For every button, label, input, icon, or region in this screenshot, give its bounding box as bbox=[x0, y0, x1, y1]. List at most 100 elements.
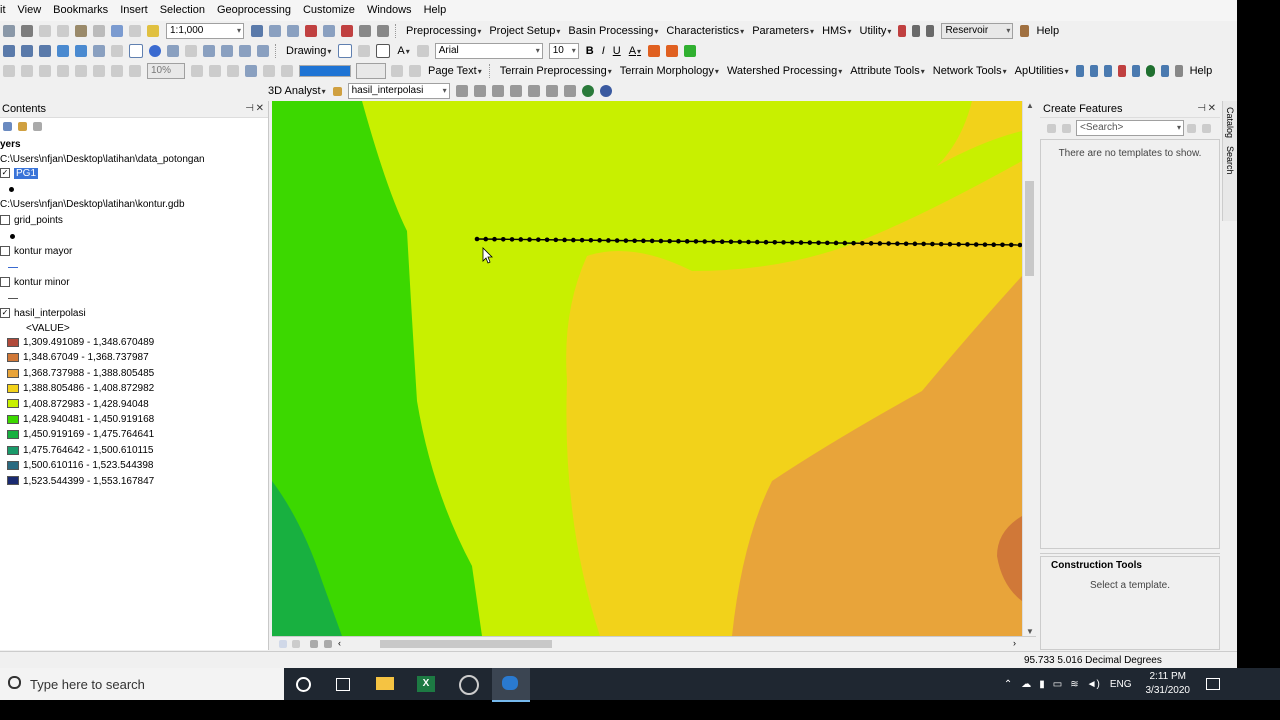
arcmap-taskbar-button[interactable] bbox=[492, 668, 530, 702]
layout-zoom-in-fixed-icon[interactable] bbox=[93, 65, 105, 77]
layout-pan-icon[interactable] bbox=[39, 65, 51, 77]
layer-hasil-interpolasi[interactable]: ✓ hasil_interpolasi bbox=[0, 308, 86, 319]
forward-icon[interactable] bbox=[75, 45, 87, 57]
tool-icon[interactable] bbox=[1075, 65, 1084, 77]
profile-graph-icon[interactable] bbox=[563, 85, 576, 97]
reservoir-select[interactable]: Reservoir ▾ bbox=[941, 23, 1014, 39]
line-of-sight-icon[interactable] bbox=[491, 85, 504, 97]
file-explorer-icon[interactable] bbox=[376, 677, 394, 690]
modelbuilder-icon[interactable] bbox=[377, 25, 389, 37]
project-setup-menu[interactable]: Project Setup bbox=[485, 25, 564, 37]
3d-analyst-menu[interactable]: 3D Analyst bbox=[264, 85, 330, 97]
find-icon[interactable] bbox=[167, 45, 179, 57]
pause-icon[interactable] bbox=[324, 640, 332, 648]
drawing-menu[interactable]: Drawing bbox=[282, 45, 335, 57]
layout-zoom-in-icon[interactable] bbox=[3, 65, 15, 77]
fixed-zoom-icon[interactable] bbox=[39, 45, 51, 57]
cloud-icon[interactable]: ☁ bbox=[1021, 679, 1031, 690]
chrome-icon[interactable] bbox=[459, 675, 479, 695]
new-icon[interactable] bbox=[3, 25, 15, 37]
create-viewer-icon[interactable] bbox=[257, 45, 269, 57]
add-data-icon[interactable] bbox=[147, 25, 159, 37]
list-by-drawing-order-icon[interactable] bbox=[3, 121, 12, 131]
toolbar-grip[interactable] bbox=[275, 44, 279, 58]
layer-kontur-mayor-label[interactable]: kontur mayor bbox=[14, 246, 72, 257]
first-page-icon[interactable] bbox=[263, 65, 275, 77]
map-horizontal-scrollbar[interactable]: ‹ › bbox=[272, 636, 1036, 651]
toolbar-grip[interactable] bbox=[488, 64, 493, 78]
refresh-icon[interactable] bbox=[310, 640, 318, 648]
basin-processing-menu[interactable]: Basin Processing bbox=[564, 25, 662, 37]
zoom-100-icon[interactable] bbox=[75, 65, 87, 77]
interpolate-point-icon[interactable] bbox=[509, 85, 522, 97]
layer-kontur-minor[interactable]: kontur minor bbox=[0, 277, 70, 288]
filter-icon[interactable] bbox=[1062, 123, 1071, 133]
input-language[interactable]: ENG bbox=[1110, 679, 1132, 690]
select-elements-icon[interactable] bbox=[129, 44, 143, 58]
parameters-menu[interactable]: Parameters bbox=[748, 25, 818, 37]
html-popup-icon[interactable] bbox=[221, 45, 233, 57]
characteristics-menu[interactable]: Characteristics bbox=[662, 25, 748, 37]
volume-icon[interactable]: ◄) bbox=[1087, 679, 1100, 690]
go-back-extent-icon[interactable] bbox=[129, 65, 141, 77]
toc-icon[interactable] bbox=[287, 25, 299, 37]
list-by-source-icon[interactable] bbox=[18, 121, 27, 131]
tool-icon[interactable] bbox=[1160, 65, 1169, 77]
layer-checkbox[interactable] bbox=[0, 246, 10, 257]
cut-icon[interactable] bbox=[39, 25, 51, 37]
tool-icon[interactable] bbox=[1089, 65, 1098, 77]
editor-icon[interactable] bbox=[251, 25, 263, 37]
help-button-2[interactable]: Help bbox=[1186, 65, 1217, 77]
measure-icon[interactable] bbox=[185, 45, 197, 57]
layer-checkbox[interactable]: ✓ bbox=[0, 168, 10, 179]
interpolate-polygon-icon[interactable] bbox=[545, 85, 558, 97]
arcscene-icon[interactable] bbox=[581, 85, 594, 97]
bold-button[interactable]: B bbox=[582, 45, 598, 57]
layer-grid-points-label[interactable]: grid_points bbox=[14, 215, 63, 226]
rotate-icon[interactable] bbox=[358, 45, 371, 57]
close-icon[interactable]: ✕ bbox=[1208, 101, 1216, 117]
delete-icon[interactable] bbox=[93, 25, 105, 37]
pin-icon[interactable]: ⊣ bbox=[1197, 101, 1206, 117]
watershed-processing-menu[interactable]: Watershed Processing bbox=[723, 65, 846, 77]
layout-view-icon[interactable] bbox=[292, 640, 300, 648]
pin-icon[interactable]: ⊣ bbox=[245, 101, 254, 117]
undo-icon[interactable] bbox=[111, 25, 123, 37]
table-icon[interactable] bbox=[269, 25, 281, 37]
layout-zoom-select[interactable]: 10% bbox=[147, 63, 185, 79]
map-scale-select[interactable]: 1:1,000 ▾ bbox=[166, 23, 244, 39]
hyperlink-icon[interactable] bbox=[203, 45, 215, 57]
map-vertical-scrollbar[interactable]: ▲ ▼ bbox=[1022, 101, 1037, 636]
layer-kontur-mayor[interactable]: kontur mayor bbox=[0, 246, 72, 257]
font-color-button[interactable]: A bbox=[625, 45, 645, 57]
usb-icon[interactable]: ▮ bbox=[1039, 679, 1045, 690]
layer-pg1-label[interactable]: PG1 bbox=[14, 168, 39, 179]
line-color-icon[interactable] bbox=[666, 45, 679, 57]
time-slider-icon[interactable] bbox=[239, 45, 251, 57]
layout-zoom-out-icon[interactable] bbox=[21, 65, 33, 77]
layer-checkbox[interactable] bbox=[0, 215, 10, 226]
arcglobe-icon[interactable] bbox=[599, 85, 612, 97]
help-button[interactable]: Help bbox=[1032, 25, 1063, 37]
layers-header[interactable]: yers bbox=[0, 139, 21, 150]
tool-icon[interactable] bbox=[898, 25, 907, 37]
edit-vertices-icon[interactable] bbox=[416, 45, 429, 57]
layout-zoom-out-fixed-icon[interactable] bbox=[111, 65, 123, 77]
chevron-up-icon[interactable]: ⌃ bbox=[1004, 679, 1012, 690]
marker-color-icon[interactable] bbox=[684, 45, 697, 57]
notifications-icon[interactable] bbox=[1206, 678, 1220, 690]
data-driven-pages-icon[interactable] bbox=[245, 65, 257, 77]
identify-icon[interactable] bbox=[149, 45, 161, 57]
scroll-right-icon[interactable]: › bbox=[1013, 638, 1016, 648]
tool-icon[interactable] bbox=[1117, 65, 1126, 77]
search-window-icon[interactable] bbox=[323, 25, 335, 37]
layer-kontur-minor-label[interactable]: kontur minor bbox=[14, 277, 70, 288]
text-icon[interactable]: A bbox=[393, 45, 413, 57]
layer-grid-points[interactable]: grid_points bbox=[0, 215, 63, 226]
map-view[interactable] bbox=[272, 101, 1022, 636]
tool-icon[interactable] bbox=[912, 25, 921, 37]
options-icon[interactable] bbox=[33, 121, 42, 131]
rectangle-icon[interactable] bbox=[376, 44, 391, 58]
layer-pg1[interactable]: ✓ PG1 bbox=[0, 168, 39, 179]
menu-bookmarks[interactable]: Bookmarks bbox=[47, 0, 114, 21]
